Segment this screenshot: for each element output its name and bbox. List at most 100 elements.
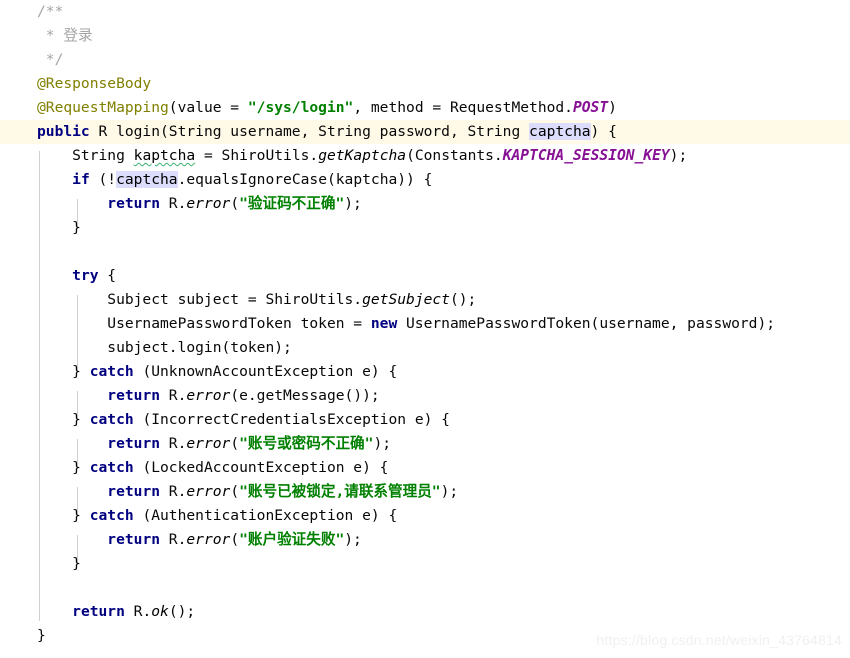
string-literal: "验证码不正确" bbox=[239, 195, 345, 212]
code-token: { bbox=[98, 267, 117, 284]
code-token: (Constants. bbox=[406, 147, 503, 164]
code-line[interactable]: } catch (LockedAccountException e) { bbox=[0, 456, 850, 480]
method-call-token: error bbox=[186, 483, 231, 500]
code-line[interactable]: } bbox=[0, 552, 850, 576]
code-line[interactable]: * 登录 bbox=[0, 24, 850, 48]
code-token: (value = bbox=[168, 99, 248, 116]
code-token: R. bbox=[160, 387, 187, 404]
code-line[interactable]: Subject subject = ShiroUtils.getSubject(… bbox=[0, 288, 850, 312]
code-token: Subject subject = ShiroUtils. bbox=[37, 291, 363, 308]
keyword-token: return bbox=[72, 603, 125, 620]
keyword-token: new bbox=[370, 315, 398, 332]
code-token: ); bbox=[669, 147, 688, 164]
keyword-token: catch bbox=[89, 411, 134, 428]
static-field-token: KAPTCHA_SESSION_KEY bbox=[502, 147, 670, 164]
code-token: ); bbox=[344, 195, 362, 212]
annotation-token: @ResponseBody bbox=[37, 75, 152, 92]
comment-token: */ bbox=[37, 51, 64, 68]
code-token: String bbox=[37, 147, 134, 164]
code-token: R login(String username, String password… bbox=[89, 123, 530, 140]
highlighted-identifier: captcha bbox=[529, 123, 591, 140]
keyword-token: return bbox=[107, 435, 161, 452]
code-line[interactable] bbox=[0, 576, 850, 600]
keyword-token: return bbox=[107, 531, 161, 548]
code-line[interactable]: return R.error("账户验证失败"); bbox=[0, 528, 850, 552]
method-call-token: ok bbox=[151, 603, 169, 620]
code-token: ) { bbox=[590, 123, 617, 140]
code-line[interactable]: String kaptcha = ShiroUtils.getKaptcha(C… bbox=[0, 144, 850, 168]
string-literal: "账户验证失败" bbox=[239, 531, 345, 548]
code-line[interactable]: return R.error("账号或密码不正确"); bbox=[0, 432, 850, 456]
code-line[interactable]: } catch (UnknownAccountException e) { bbox=[0, 360, 850, 384]
code-line[interactable]: @RequestMapping(value = "/sys/login", me… bbox=[0, 96, 850, 120]
code-token: } bbox=[37, 555, 81, 572]
string-literal: "账号或密码不正确" bbox=[239, 435, 374, 452]
method-call-token: getSubject bbox=[362, 291, 450, 308]
comment-token: * 登录 bbox=[37, 27, 93, 44]
code-line-current[interactable]: public R login(String username, String p… bbox=[0, 120, 850, 144]
keyword-token: catch bbox=[89, 507, 134, 524]
code-line[interactable] bbox=[0, 240, 850, 264]
code-token: } bbox=[37, 459, 90, 476]
code-token: } bbox=[37, 411, 90, 428]
code-token: ( bbox=[230, 483, 240, 500]
code-token: ); bbox=[440, 483, 459, 500]
keyword-token: catch bbox=[89, 459, 134, 476]
code-line[interactable]: if (!captcha.equalsIgnoreCase(kaptcha)) … bbox=[0, 168, 850, 192]
code-line[interactable]: return R.error("验证码不正确"); bbox=[0, 192, 850, 216]
method-call-token: error bbox=[186, 531, 231, 548]
code-token: ( bbox=[230, 435, 240, 452]
code-token: R. bbox=[160, 483, 187, 500]
code-line[interactable]: subject.login(token); bbox=[0, 336, 850, 360]
code-token: UsernamePasswordToken(username, password… bbox=[397, 315, 776, 332]
code-token: (e.getMessage()); bbox=[230, 387, 380, 404]
code-token: (LockedAccountException e) { bbox=[133, 459, 389, 476]
keyword-token: if bbox=[72, 171, 90, 188]
code-token: R. bbox=[160, 435, 187, 452]
warned-identifier: kaptcha bbox=[133, 147, 196, 164]
method-call-token: getKaptcha bbox=[318, 147, 407, 164]
code-content[interactable]: /** * 登录 */ @ResponseBody @RequestMappin… bbox=[0, 0, 850, 658]
code-line[interactable]: } catch (IncorrectCredentialsException e… bbox=[0, 408, 850, 432]
code-line[interactable]: return R.error(e.getMessage()); bbox=[0, 384, 850, 408]
code-token: ( bbox=[230, 531, 240, 548]
code-token: ); bbox=[344, 531, 362, 548]
code-token: } bbox=[37, 363, 90, 380]
code-token: UsernamePasswordToken token = bbox=[37, 315, 371, 332]
highlighted-identifier: captcha bbox=[116, 171, 178, 188]
code-line[interactable]: return R.ok(); bbox=[0, 600, 850, 624]
code-line[interactable]: /** bbox=[0, 0, 850, 24]
code-line[interactable]: } bbox=[0, 216, 850, 240]
code-line[interactable]: try { bbox=[0, 264, 850, 288]
code-line[interactable]: return R.error("账号已被锁定,请联系管理员"); bbox=[0, 480, 850, 504]
code-line[interactable]: */ bbox=[0, 48, 850, 72]
code-editor[interactable]: /** * 登录 */ @ResponseBody @RequestMappin… bbox=[0, 0, 850, 658]
code-token: (! bbox=[89, 171, 117, 188]
code-token: ) bbox=[608, 99, 617, 116]
code-token: (UnknownAccountException e) { bbox=[133, 363, 398, 380]
code-token: , method = RequestMethod. bbox=[353, 99, 573, 116]
code-line[interactable]: @ResponseBody bbox=[0, 72, 850, 96]
watermark-text: https://blog.csdn.net/weixin_43764814 bbox=[596, 632, 842, 648]
method-call-token: error bbox=[186, 387, 231, 404]
code-line[interactable]: } catch (AuthenticationException e) { bbox=[0, 504, 850, 528]
code-line[interactable]: UsernamePasswordToken token = new Userna… bbox=[0, 312, 850, 336]
keyword-token: public bbox=[37, 123, 90, 140]
code-token: .equalsIgnoreCase(kaptcha)) { bbox=[177, 171, 433, 188]
code-token: subject.login(token); bbox=[37, 339, 292, 356]
keyword-token: return bbox=[107, 387, 161, 404]
code-token: (AuthenticationException e) { bbox=[133, 507, 398, 524]
keyword-token: return bbox=[107, 195, 161, 212]
code-token: (); bbox=[168, 603, 196, 620]
method-call-token: error bbox=[186, 195, 231, 212]
